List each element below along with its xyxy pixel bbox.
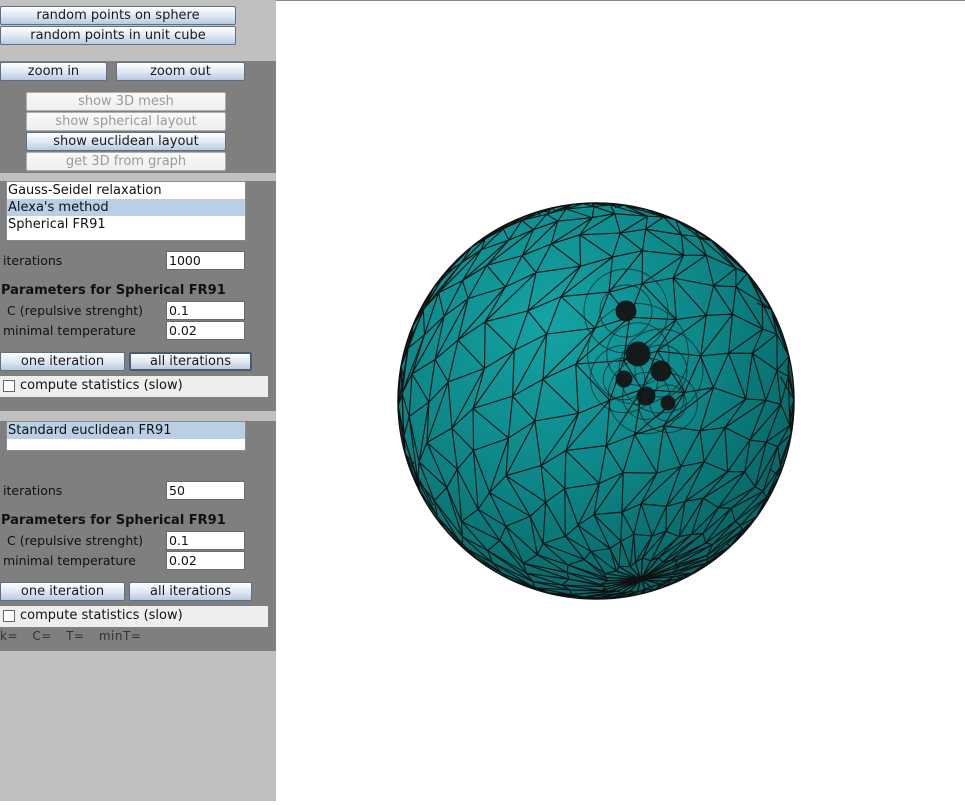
show-spherical-layout-button[interactable]: show spherical layout — [26, 112, 226, 131]
iterations-label: iterations — [3, 253, 62, 268]
compute-statistics-label: compute statistics (slow) — [20, 378, 183, 393]
mesh-edge — [762, 303, 763, 329]
c-input[interactable] — [166, 301, 245, 320]
compute-statistics-checkbox[interactable] — [3, 380, 15, 392]
euclidean-params-title: Parameters for Spherical FR91 — [1, 513, 226, 528]
method-alexa[interactable]: Alexa's method — [7, 199, 245, 216]
control-panel: random points on sphere random points in… — [0, 0, 276, 801]
euclidean-all-iterations-button[interactable]: all iterations — [129, 582, 252, 601]
mesh-edge — [623, 473, 657, 474]
generate-section: random points on sphere random points in… — [0, 0, 276, 61]
spherical-layout-section: Gauss-Seidel relaxation Alexa's method S… — [0, 181, 276, 411]
euclidean-min-temp-label: minimal temperature — [3, 553, 136, 568]
one-iteration-button[interactable]: one iteration — [0, 352, 125, 371]
show-euclidean-layout-button[interactable]: show euclidean layout — [26, 132, 226, 151]
iterations-input[interactable] — [166, 251, 245, 270]
status-readout: k= C= T= minT= — [0, 629, 141, 643]
euclidean-method-list[interactable]: Standard euclidean FR91 — [6, 421, 246, 451]
method-standard-euclidean-fr91[interactable]: Standard euclidean FR91 — [7, 422, 245, 439]
zoom-out-button[interactable]: zoom out — [116, 62, 245, 81]
status-k: k= — [0, 629, 18, 643]
euclidean-compute-statistics-row[interactable]: compute statistics (slow) — [0, 606, 268, 627]
euclidean-iterations-label: iterations — [3, 483, 62, 498]
show-3d-mesh-button[interactable]: show 3D mesh — [26, 92, 226, 111]
c-label: C (repulsive strenght) — [7, 303, 143, 318]
all-iterations-button[interactable]: all iterations — [129, 352, 252, 371]
view-section: zoom in zoom out show 3D mesh show spher… — [0, 61, 276, 173]
random-points-cube-button[interactable]: random points in unit cube — [0, 26, 236, 45]
min-temp-input[interactable] — [166, 321, 245, 340]
compute-statistics-row[interactable]: compute statistics (slow) — [0, 376, 268, 397]
params-title: Parameters for Spherical FR91 — [1, 283, 226, 298]
mesh-edge — [485, 322, 486, 369]
status-t: T= — [66, 629, 84, 643]
method-spherical-fr91[interactable]: Spherical FR91 — [7, 216, 245, 233]
euclidean-iterations-input[interactable] — [166, 481, 245, 500]
euclidean-compute-statistics-checkbox[interactable] — [3, 610, 15, 622]
euclidean-c-input[interactable] — [166, 531, 245, 550]
3d-view-canvas[interactable] — [276, 0, 965, 801]
mesh-edge — [565, 489, 566, 537]
mesh-edge — [718, 508, 731, 509]
spherical-method-list[interactable]: Gauss-Seidel relaxation Alexa's method S… — [6, 181, 246, 241]
random-points-sphere-button[interactable]: random points on sphere — [0, 6, 236, 25]
dense-node-cluster — [637, 387, 655, 405]
euclidean-c-label: C (repulsive strenght) — [7, 533, 143, 548]
sphere-mesh-render[interactable] — [276, 1, 965, 801]
euclidean-one-iteration-button[interactable]: one iteration — [0, 582, 125, 601]
get-3d-from-graph-button[interactable]: get 3D from graph — [26, 152, 226, 171]
zoom-in-button[interactable]: zoom in — [0, 62, 107, 81]
euclidean-layout-section: Standard euclidean FR91 iterations Param… — [0, 421, 276, 651]
min-temp-label: minimal temperature — [3, 323, 136, 338]
method-gauss-seidel[interactable]: Gauss-Seidel relaxation — [7, 182, 245, 199]
euclidean-compute-statistics-label: compute statistics (slow) — [20, 608, 183, 623]
euclidean-min-temp-input[interactable] — [166, 551, 245, 570]
status-c: C= — [32, 629, 51, 643]
status-min-t: minT= — [99, 629, 142, 643]
